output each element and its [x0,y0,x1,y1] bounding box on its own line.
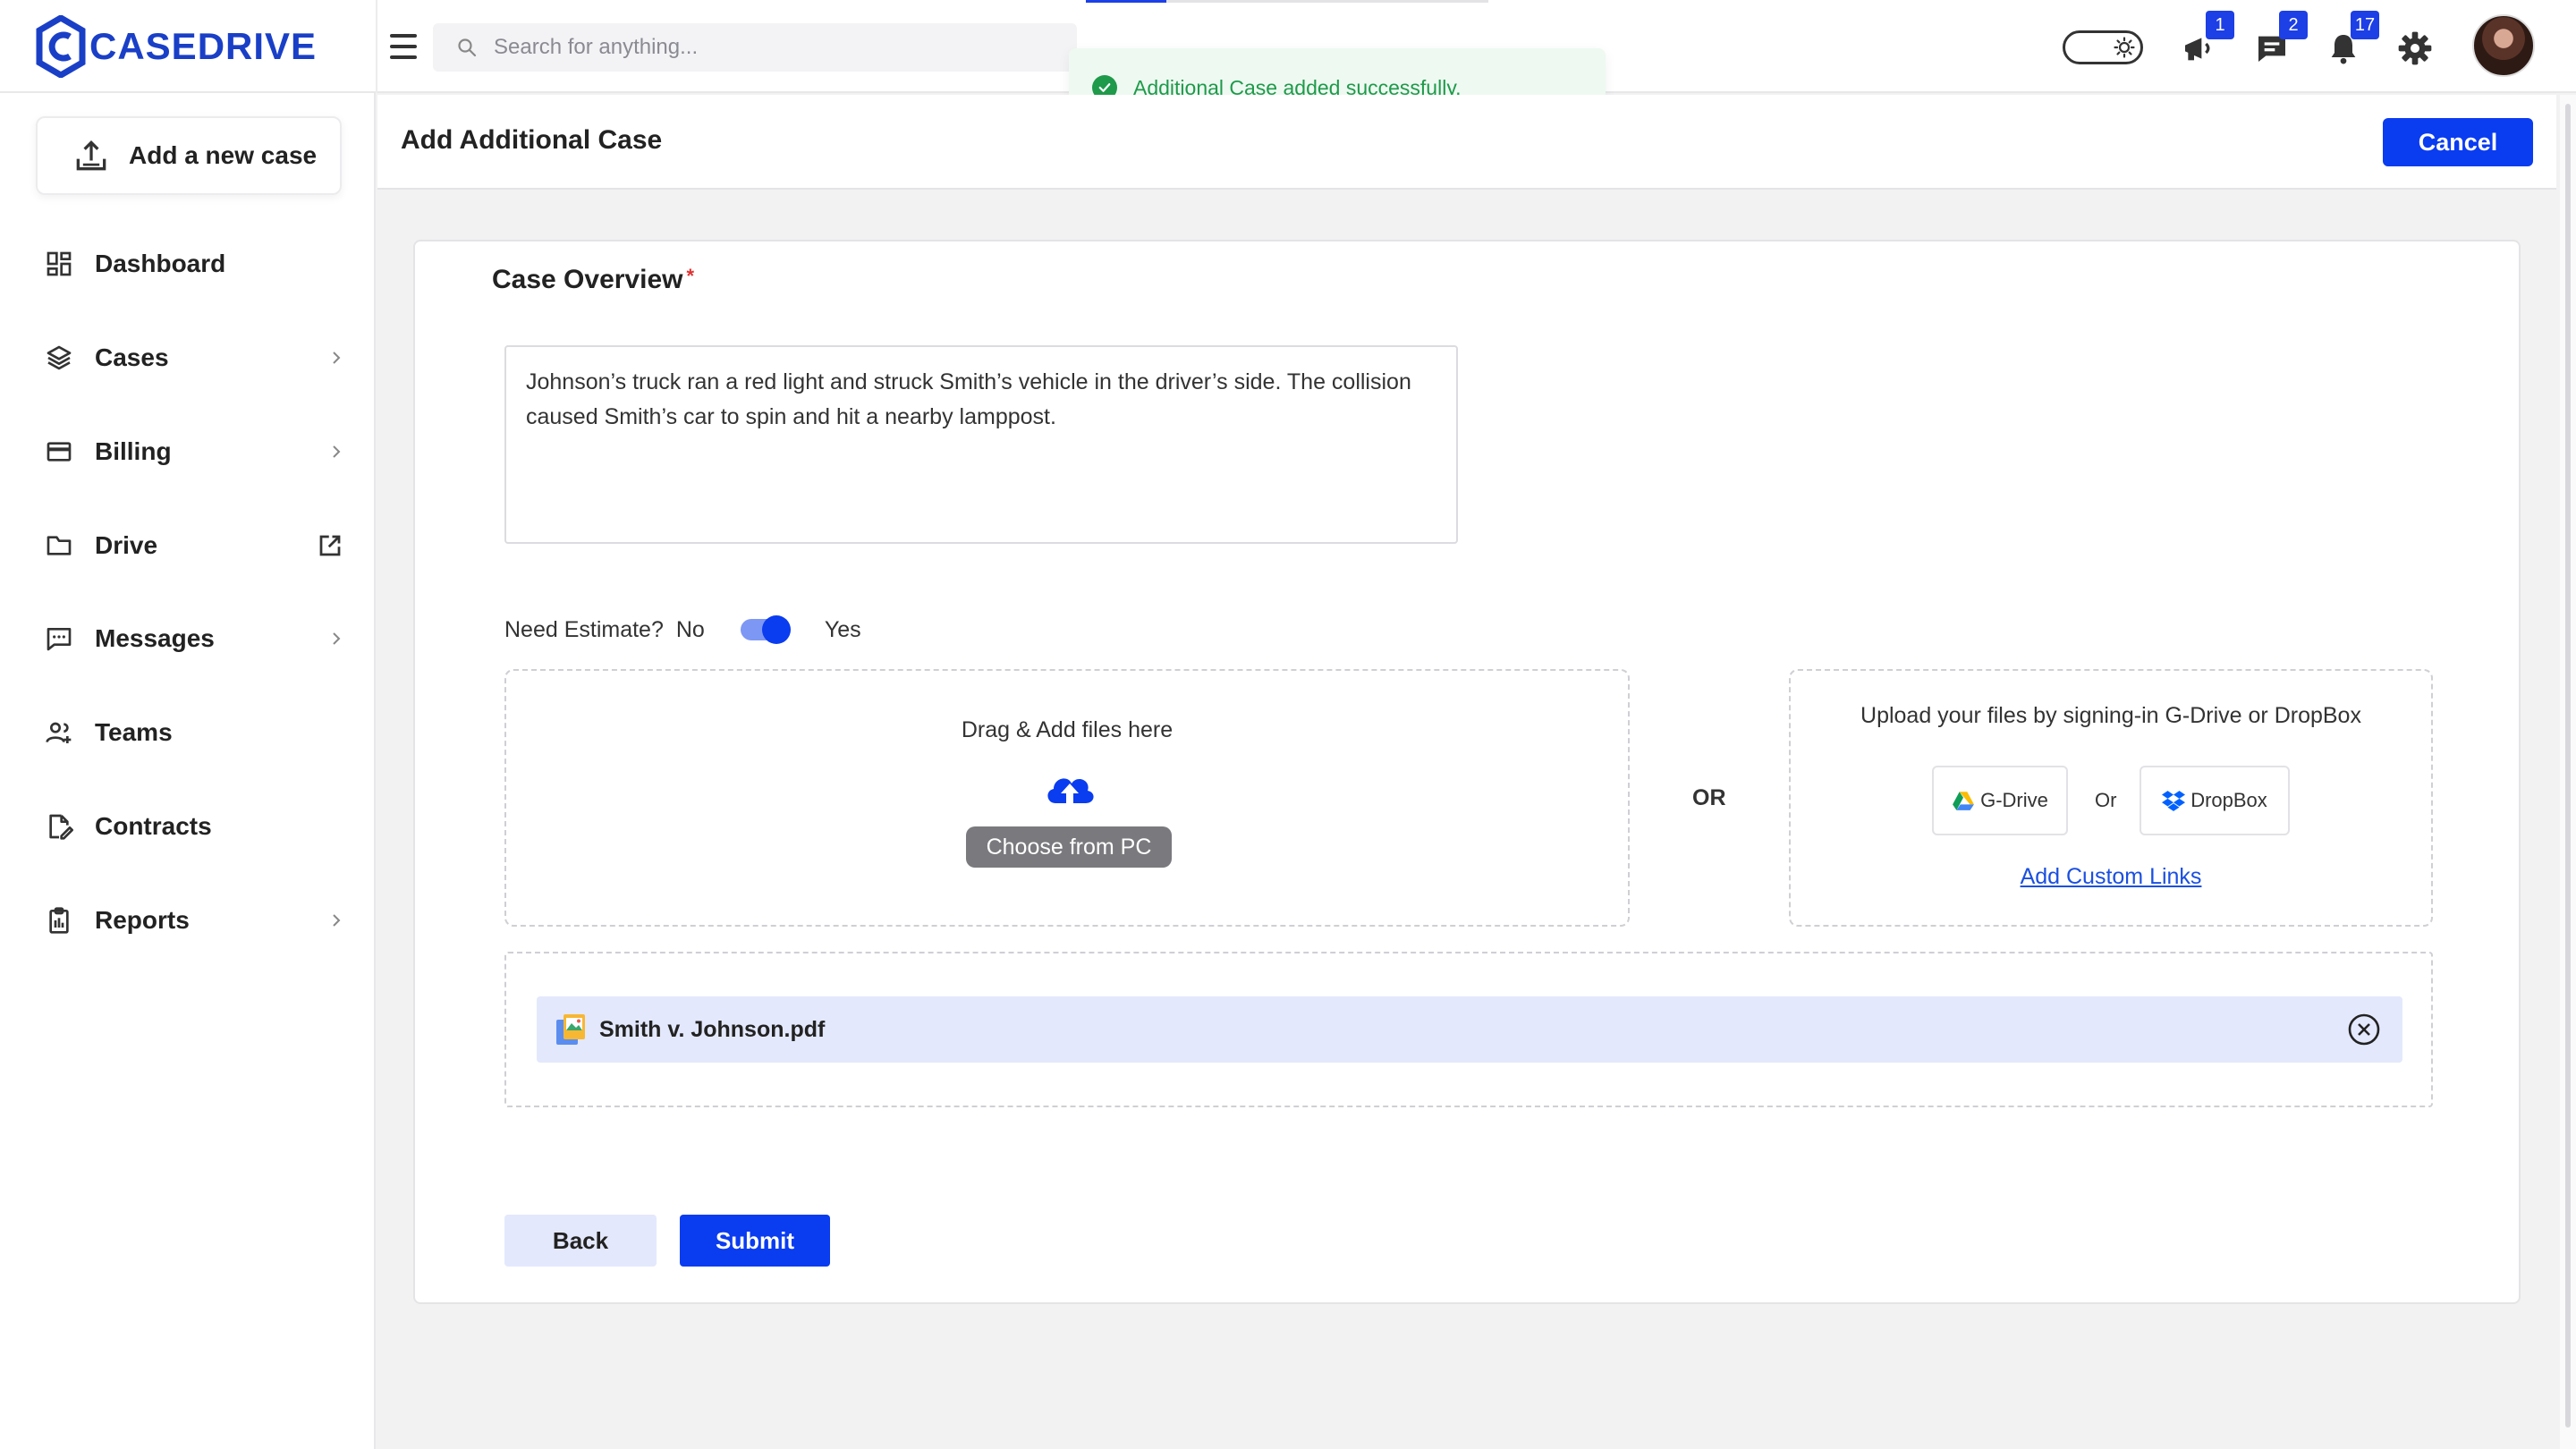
upload-icon [76,140,106,171]
case-overview-label-text: Case Overview [492,265,683,294]
cancel-button[interactable]: Cancel [2383,118,2533,166]
search-input[interactable] [494,35,1030,60]
sidebar-item-messages[interactable]: Messages [0,607,376,670]
messages-button[interactable]: 2 [2252,11,2308,68]
estimate-no-label: No [675,616,705,642]
folder-icon [47,536,72,555]
credit-card-icon [47,442,72,462]
message-icon [47,628,72,651]
chevron-right-icon [333,914,341,927]
dropzone-text: Drag & Add files here [961,717,1174,742]
casedrive-logo-icon [36,15,86,78]
case-overview-textarea[interactable]: Johnson’s truck ran a red light and stru… [504,345,1458,544]
layers-icon [47,345,72,370]
gear-icon [2398,31,2432,65]
gdrive-label: G-Drive [1980,789,2048,811]
cloud-or-text: Or [2095,789,2117,811]
sidebar-item-label: Messages [95,624,215,652]
back-button[interactable]: Back [504,1215,657,1267]
need-estimate-toggle[interactable] [740,615,791,644]
sidebar-item-dashboard[interactable]: Dashboard [0,233,376,295]
user-avatar[interactable] [2472,14,2535,77]
or-divider: OR [1692,785,1726,810]
notifications-badge: 17 [2351,11,2379,39]
case-form-card: Case Overview * Johnson’s truck ran a red… [413,240,2521,1304]
menu-toggle-icon[interactable] [390,30,417,63]
sidebar-item-cases[interactable]: Cases [0,326,376,389]
search-box[interactable] [433,23,1077,72]
add-new-case-button[interactable]: Add a new case [36,116,342,195]
case-overview-label: Case Overview * [492,265,694,295]
brand-name: CASEDRIVE [89,25,318,67]
need-estimate-label: Need Estimate? [504,616,664,642]
scrollbar-thumb[interactable] [2565,104,2571,1428]
chevron-right-icon [333,632,341,645]
sidebar-item-billing[interactable]: Billing [0,420,376,483]
sidebar-item-teams[interactable]: Teams [0,701,376,764]
brand-divider [376,0,377,93]
sidebar-item-contracts[interactable]: Contracts [0,795,376,858]
sidebar-item-label: Cases [95,343,169,371]
external-link-icon[interactable] [317,532,343,559]
dashboard-icon [47,251,72,276]
page-header: Add Additional Case Cancel [377,95,2556,190]
settings-button[interactable] [2395,29,2435,68]
sidebar-item-label: Teams [95,718,173,746]
dropbox-label: DropBox [2190,789,2267,811]
sidebar-item-label: Reports [95,906,190,934]
submit-button[interactable]: Submit [680,1215,830,1267]
chevron-right-icon [333,445,341,458]
dropbox-icon [2162,791,2186,811]
toggle-knob [761,615,791,644]
messages-badge: 2 [2279,11,2308,39]
theme-toggle[interactable] [2063,30,2143,64]
sun-icon [2114,37,2135,58]
gdrive-button[interactable]: G-Drive [1932,766,2068,835]
search-icon [458,38,477,57]
required-mark: * [686,265,695,287]
sidebar-item-label: Dashboard [95,250,226,277]
file-name: Smith v. Johnson.pdf [599,1016,826,1042]
team-icon [46,722,72,743]
sidebar-item-label: Billing [95,437,172,465]
file-image-icon [556,1014,585,1045]
contract-icon [49,814,73,840]
add-new-case-label: Add a new case [129,141,318,169]
sidebar-item-label: Drive [95,531,158,559]
choose-from-pc-button[interactable]: Choose from PC [966,826,1172,868]
cloud-upload-panel: Upload your files by signing-in G-Drive … [1789,669,2433,927]
page-title: Add Additional Case [401,125,663,155]
page-scrollbar[interactable] [2560,95,2576,1449]
cloud-upload-icon [1047,778,1094,803]
file-item: Smith v. Johnson.pdf [537,996,2402,1063]
loading-track [1166,0,1488,3]
remove-file-icon[interactable] [2347,1013,2381,1046]
clipboard-icon [49,907,69,934]
chevron-right-icon [333,352,341,364]
loading-indicator [1086,0,1166,3]
add-custom-links-link[interactable]: Add Custom Links [1791,864,2431,890]
google-drive-icon [1953,792,1975,810]
file-dropzone[interactable]: Drag & Add files here Choose from PC [504,669,1630,927]
announcement-button[interactable]: 1 [2179,11,2234,68]
need-estimate-row: Need Estimate? No Yes [504,612,861,648]
cloud-upload-text: Upload your files by signing-in G-Drive … [1860,703,2361,728]
sidebar-item-label: Contracts [95,812,212,840]
brand-logo[interactable]: CASEDRIVE [36,14,317,79]
notifications-button[interactable]: 17 [2324,11,2379,68]
sidebar-item-drive[interactable]: Drive [0,514,376,577]
sidebar: Add a new case Dashboard Cases Billing D… [0,93,376,1449]
announcement-badge: 1 [2206,11,2234,39]
dropbox-button[interactable]: DropBox [2140,766,2290,835]
estimate-yes-label: Yes [824,616,861,642]
sidebar-item-reports[interactable]: Reports [0,889,376,952]
uploaded-files-list: Smith v. Johnson.pdf [504,952,2433,1107]
